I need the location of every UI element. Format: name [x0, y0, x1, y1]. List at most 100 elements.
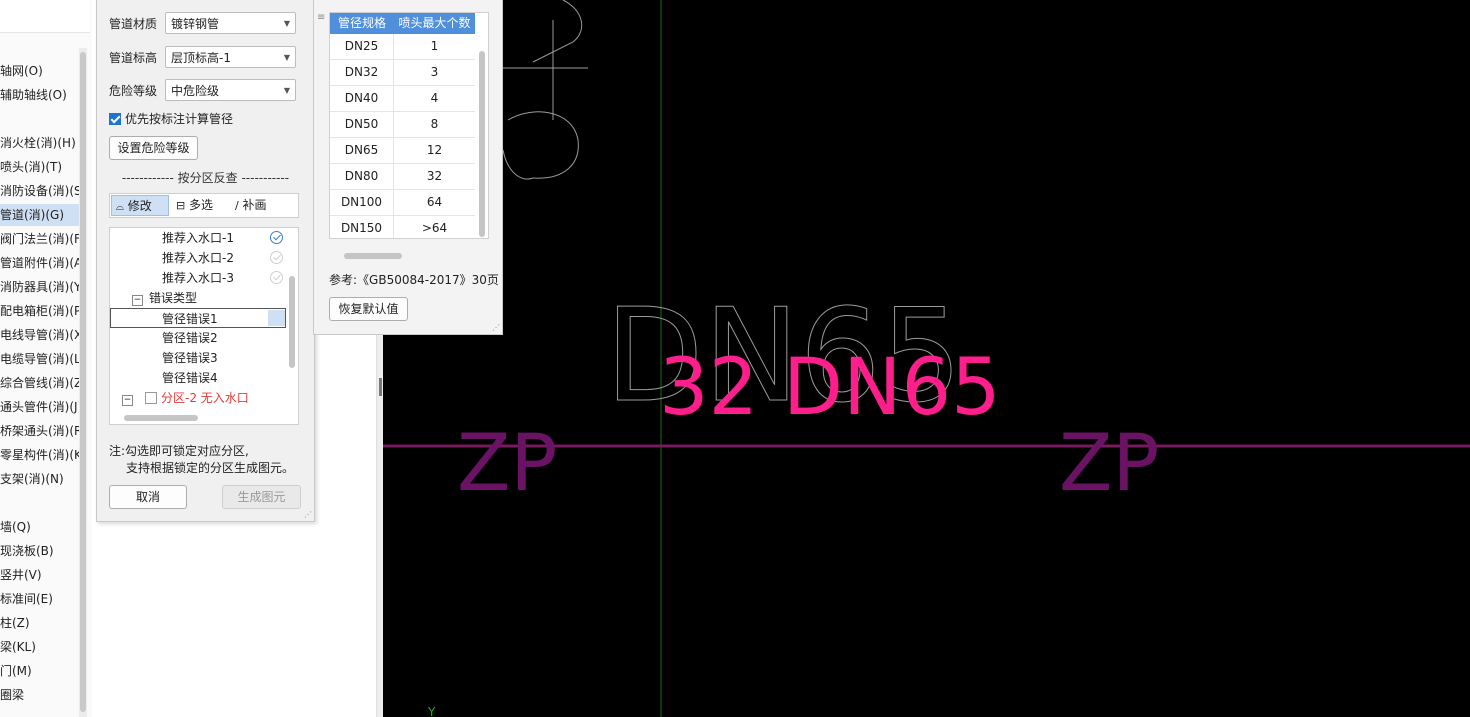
spec-table-header: 管径规格 喷头最大个数: [330, 13, 475, 34]
nav-item-support[interactable]: 支架(消)(N): [0, 468, 80, 490]
cell-diameter: DN100: [330, 190, 394, 215]
nav-item-beam[interactable]: 梁(KL): [0, 636, 80, 658]
nav-item-aux-axis[interactable]: 辅助轴线(O): [0, 84, 80, 106]
splitter-grip[interactable]: [379, 378, 382, 396]
cell-max-count[interactable]: 64: [394, 190, 475, 215]
table-row[interactable]: DN150 >64: [330, 216, 475, 238]
nav-item-distribution-box[interactable]: 配电箱柜(消)(P): [0, 300, 80, 322]
set-hazard-level-button[interactable]: 设置危险等级: [109, 136, 198, 160]
table-row[interactable]: DN50 8: [330, 112, 475, 138]
check-circle-icon[interactable]: [270, 271, 283, 284]
tree-node-label: 管径错误3: [162, 351, 218, 365]
nav-item-fittings[interactable]: 通头管件(消)(J): [0, 396, 80, 418]
modify-label: 修改: [127, 199, 152, 213]
nav-item-fire-appliance[interactable]: 消防器具(消)(Y): [0, 276, 80, 298]
nav-item-axis-grid[interactable]: 轴网(O): [0, 60, 80, 82]
ghost-text-top: [502, 0, 588, 180]
nav-item-door[interactable]: 门(M): [0, 660, 80, 682]
tree-vertical-scrollbar[interactable]: [289, 276, 295, 368]
tree-node-inlet-3[interactable]: 推荐入水口-3: [162, 268, 292, 288]
multi-select-button[interactable]: ⊟ 多选: [172, 195, 232, 216]
resize-grip-icon[interactable]: ⋰: [492, 324, 500, 332]
drag-handle-icon[interactable]: ≡: [317, 12, 325, 23]
cell-max-count[interactable]: 4: [394, 86, 475, 111]
restore-defaults-button[interactable]: 恢复默认值: [329, 297, 408, 321]
nav-item-pipe-accessory[interactable]: 管道附件(消)(A): [0, 252, 80, 274]
cell-max-count[interactable]: 3: [394, 60, 475, 85]
nav-item-cable-conduit[interactable]: 电缆导管(消)(L): [0, 348, 80, 370]
tree-node-inlet-2[interactable]: 推荐入水口-2: [162, 248, 292, 268]
tree-node-label: 管径错误1: [162, 312, 218, 326]
modify-icon: ⌓: [116, 202, 124, 213]
prefer-annotation-checkbox[interactable]: [109, 113, 121, 125]
tree-node-diameter-error-4[interactable]: 管径错误4: [162, 368, 218, 388]
nav-item-tray-fittings[interactable]: 桥架通头(消)(R): [0, 420, 80, 442]
component-tree-panel: 轴网(O) 辅助轴线(O) 消火栓(消)(H) 喷头(消)(T) 消防设备(消)…: [0, 0, 93, 717]
redraw-label: 补画: [242, 198, 267, 212]
zp-label-left[interactable]: ZP: [457, 419, 557, 509]
table-vertical-scrollbar[interactable]: [479, 51, 485, 237]
tree-node-zone-2[interactable]: − 分区-2 无入水口: [122, 388, 249, 408]
hazard-level-value: 中危险级: [171, 84, 220, 98]
nav-item-wire-conduit[interactable]: 电线导管(消)(X): [0, 324, 80, 346]
table-row[interactable]: DN25 1: [330, 34, 475, 60]
hazard-level-select[interactable]: 中危险级 ▼: [165, 79, 296, 101]
nav-item-hydrant[interactable]: 消火栓(消)(H): [0, 132, 80, 154]
collapse-icon[interactable]: −: [132, 295, 143, 306]
tree-node-inlet-1[interactable]: 推荐入水口-1: [162, 228, 292, 248]
modify-button[interactable]: ⌓ 修改: [111, 195, 169, 216]
table-row[interactable]: DN32 3: [330, 60, 475, 86]
redraw-button[interactable]: ∕ 补画: [231, 195, 291, 216]
nav-item-wall[interactable]: 墙(Q): [0, 516, 80, 538]
nav-item-valve-flange[interactable]: 阀门法兰(消)(F): [0, 228, 80, 250]
resize-grip-icon[interactable]: ⋰: [304, 511, 312, 519]
nav-item-combined-lines[interactable]: 综合管线(消)(Z): [0, 372, 80, 394]
tree-node-diameter-error-3[interactable]: 管径错误3: [162, 348, 218, 368]
pipe-material-label: 管道材质: [109, 17, 158, 31]
header-max-sprinklers: 喷头最大个数: [398, 16, 471, 30]
zp-label-right[interactable]: ZP: [1059, 419, 1159, 509]
generate-elements-button[interactable]: 生成图元: [222, 485, 301, 509]
cad-canvas[interactable]: DN65 32 DN65 ZP ZP Y: [383, 0, 1470, 717]
nav-scrollbar-thumb[interactable]: [80, 52, 86, 712]
cell-diameter: DN150: [330, 216, 394, 238]
pipe-material-select[interactable]: 镀锌钢管 ▼: [165, 12, 296, 34]
cancel-button[interactable]: 取消: [109, 485, 187, 509]
sprinkler-pipe-dialog: 管道材质 镀锌钢管 ▼ 管道标高 层顶标高-1 ▼ 危险等级 中危险级 ▼ 优先…: [96, 0, 315, 522]
cell-max-count[interactable]: 12: [394, 138, 475, 163]
table-row[interactable]: DN80 32: [330, 164, 475, 190]
multi-select-icon: ⊟: [176, 199, 186, 212]
reference-note: 参考:《GB50084-2017》30页: [329, 273, 499, 287]
tree-node-error-type[interactable]: − 错误类型: [132, 288, 197, 308]
cell-max-count[interactable]: 8: [394, 112, 475, 137]
nav-item-pipe[interactable]: 管道(消)(G): [0, 204, 80, 226]
table-row[interactable]: DN40 4: [330, 86, 475, 112]
tree-horizontal-scrollbar[interactable]: [124, 415, 198, 421]
check-circle-icon[interactable]: [270, 251, 283, 264]
nav-item-sprinkler[interactable]: 喷头(消)(T): [0, 156, 80, 178]
nav-item-fire-equipment[interactable]: 消防设备(消)(S): [0, 180, 80, 202]
cell-max-count[interactable]: >64: [394, 216, 475, 238]
nav-item-standard-room[interactable]: 标准间(E): [0, 588, 80, 610]
check-circle-icon[interactable]: [270, 231, 283, 244]
tree-node-diameter-error-1[interactable]: 管径错误1: [110, 308, 286, 328]
nav-item-ring-beam[interactable]: 圈梁: [0, 684, 80, 706]
nav-item-column[interactable]: 柱(Z): [0, 612, 80, 634]
collapse-icon[interactable]: −: [122, 395, 133, 406]
nav-item-misc-components[interactable]: 零星构件(消)(K): [0, 444, 80, 466]
pipe-elevation-value: 层顶标高-1: [171, 51, 231, 65]
pipe-size-label[interactable]: 32 DN65: [659, 343, 1001, 433]
pipe-elevation-select[interactable]: 层顶标高-1 ▼: [165, 46, 296, 68]
nav-item-slab[interactable]: 现浇板(B): [0, 540, 80, 562]
prefer-annotation-row[interactable]: 优先按标注计算管径: [109, 107, 233, 131]
zone-lock-checkbox[interactable]: [145, 392, 157, 404]
selection-highlight: [268, 310, 285, 326]
tree-node-label: 推荐入水口-2: [162, 251, 234, 265]
tree-node-diameter-error-2[interactable]: 管径错误2: [162, 328, 218, 348]
table-row[interactable]: DN100 64: [330, 190, 475, 216]
table-horizontal-scrollbar[interactable]: [344, 253, 402, 259]
nav-item-shaft[interactable]: 竖井(V): [0, 564, 80, 586]
table-row[interactable]: DN65 12: [330, 138, 475, 164]
cell-max-count[interactable]: 1: [394, 34, 475, 59]
cell-max-count[interactable]: 32: [394, 164, 475, 189]
